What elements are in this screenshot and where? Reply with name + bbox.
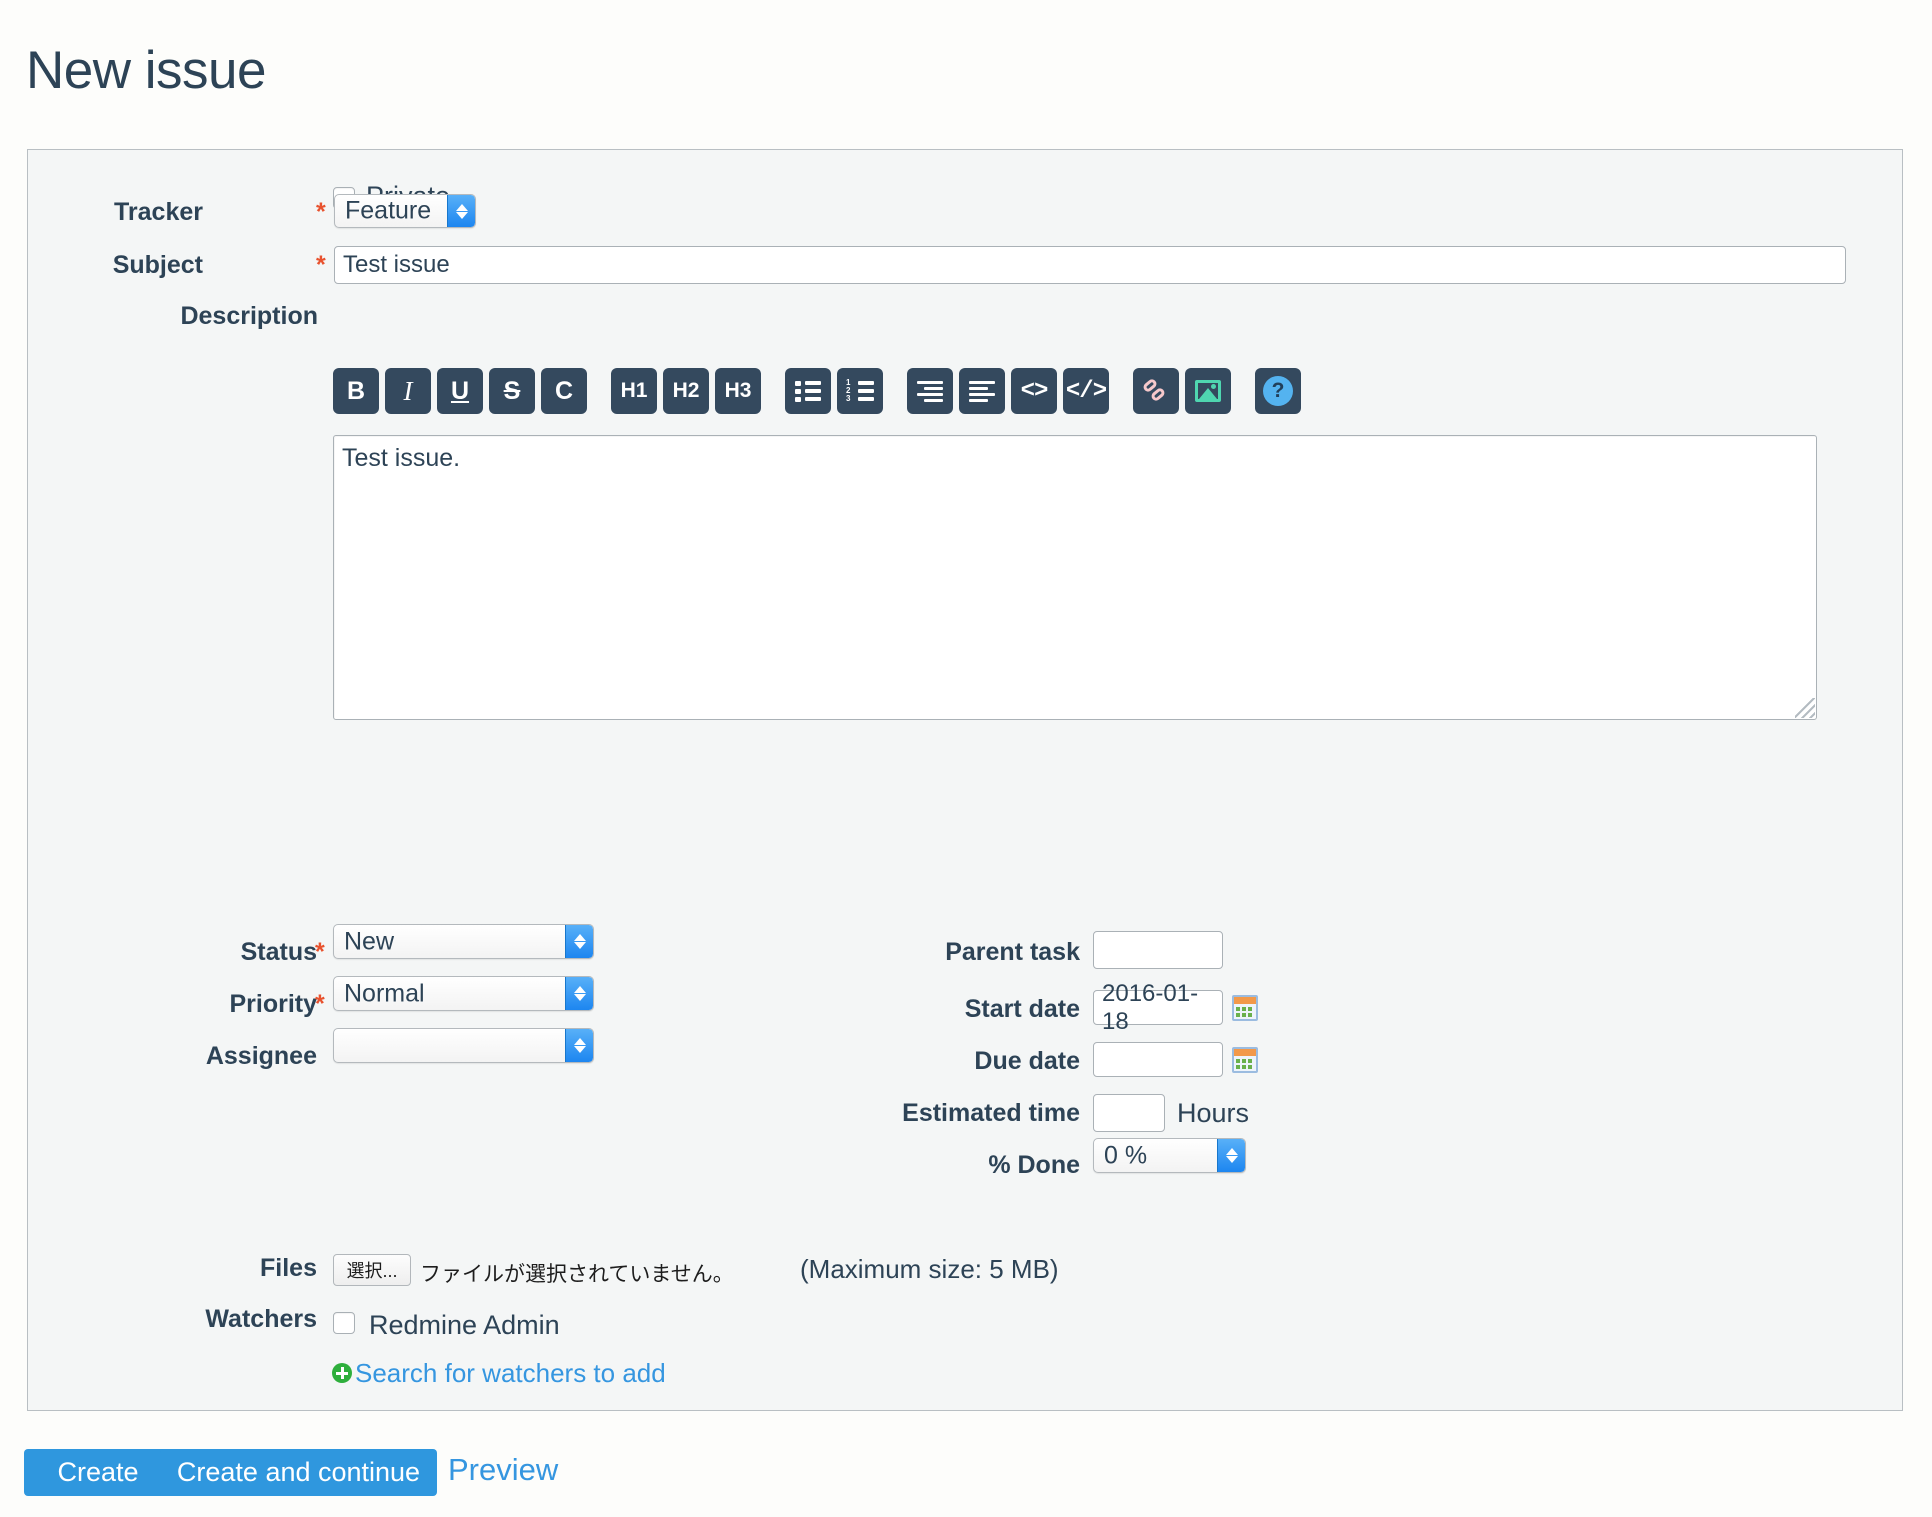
tracker-select-value: Feature	[345, 197, 431, 226]
description-toolbar: B I U S C H1 H2 H3 1 2 3	[333, 368, 1307, 414]
plus-circle-icon[interactable]	[332, 1363, 352, 1383]
strikethrough-button[interactable]: S	[489, 368, 535, 414]
image-icon	[1195, 380, 1221, 402]
unordered-list-button[interactable]	[785, 368, 831, 414]
chevron-updown-icon	[565, 925, 593, 958]
quote-button[interactable]	[907, 368, 953, 414]
link-icon	[1143, 379, 1169, 403]
file-max-size-text: (Maximum size: 5 MB)	[800, 1254, 1059, 1285]
subject-label: Subject	[58, 251, 203, 280]
bold-button[interactable]: B	[333, 368, 379, 414]
estimated-time-label: Estimated time	[680, 1099, 1080, 1128]
percent-done-select-value: 0 %	[1104, 1141, 1147, 1170]
quote-icon	[917, 381, 943, 401]
estimated-time-input[interactable]	[1093, 1094, 1165, 1132]
chevron-updown-icon	[565, 1029, 593, 1062]
file-status-text: ファイルが選択されていません。	[420, 1258, 734, 1288]
estimated-time-unit: Hours	[1177, 1098, 1249, 1129]
status-required-mark: *	[315, 938, 325, 967]
unquote-icon	[969, 381, 995, 401]
status-select[interactable]: New	[333, 924, 594, 959]
description-textarea-value: Test issue.	[342, 444, 460, 473]
heading-3-button[interactable]: H3	[715, 368, 761, 414]
issue-form-panel: Private Tracker * Feature Subject * Test…	[27, 149, 1903, 1411]
status-label: Status	[57, 938, 317, 967]
start-date-input-value: 2016-01-18	[1102, 980, 1214, 1036]
chevron-updown-icon	[447, 195, 475, 227]
priority-select-value: Normal	[344, 979, 425, 1008]
start-date-input[interactable]: 2016-01-18	[1093, 990, 1223, 1025]
description-textarea[interactable]: Test issue.	[333, 435, 1817, 720]
assignee-label: Assignee	[57, 1042, 317, 1071]
code-inline-button[interactable]: C	[541, 368, 587, 414]
new-issue-page: New issue Private Tracker * Feature Subj…	[0, 0, 1932, 1517]
parent-task-label: Parent task	[730, 938, 1080, 967]
priority-label: Priority	[57, 990, 317, 1019]
underline-button[interactable]: U	[437, 368, 483, 414]
start-date-calendar-icon[interactable]	[1232, 995, 1258, 1021]
textarea-resize-handle[interactable]	[1795, 698, 1815, 718]
watcher-name-label: Redmine Admin	[369, 1310, 560, 1341]
heading-2-button[interactable]: H2	[663, 368, 709, 414]
tracker-select[interactable]: Feature	[334, 194, 476, 228]
due-date-label: Due date	[730, 1047, 1080, 1076]
subject-input-value: Test issue	[343, 251, 450, 279]
percent-done-select[interactable]: 0 %	[1093, 1138, 1246, 1173]
percent-done-label: % Done	[730, 1151, 1080, 1180]
description-label: Description	[0, 302, 318, 331]
priority-select[interactable]: Normal	[333, 976, 594, 1011]
tracker-label: Tracker	[58, 198, 203, 227]
link-button[interactable]	[1133, 368, 1179, 414]
heading-1-button[interactable]: H1	[611, 368, 657, 414]
search-watchers-link[interactable]: Search for watchers to add	[355, 1358, 666, 1389]
due-date-calendar-icon[interactable]	[1232, 1047, 1258, 1073]
watchers-label: Watchers	[57, 1305, 317, 1334]
numbered-list-icon: 1 2 3	[846, 380, 874, 402]
chevron-updown-icon	[565, 977, 593, 1010]
bullet-list-icon	[795, 381, 821, 401]
assignee-select[interactable]	[333, 1028, 594, 1063]
files-label: Files	[57, 1254, 317, 1283]
due-date-input[interactable]	[1093, 1042, 1223, 1077]
subject-input[interactable]: Test issue	[334, 246, 1846, 284]
parent-task-input[interactable]	[1093, 931, 1223, 969]
create-and-continue-button[interactable]: Create and continue	[160, 1449, 437, 1496]
subject-required-mark: *	[316, 251, 326, 280]
chevron-updown-icon	[1217, 1139, 1245, 1172]
page-title: New issue	[26, 41, 266, 102]
unquote-button[interactable]	[959, 368, 1005, 414]
start-date-label: Start date	[730, 995, 1080, 1024]
choose-file-button[interactable]: 選択...	[333, 1254, 411, 1286]
watcher-checkbox-redmine-admin[interactable]	[333, 1312, 355, 1334]
ordered-list-button[interactable]: 1 2 3	[837, 368, 883, 414]
code-block-button[interactable]: </>	[1063, 368, 1109, 414]
preformatted-button[interactable]: <>	[1011, 368, 1057, 414]
image-button[interactable]	[1185, 368, 1231, 414]
status-select-value: New	[344, 927, 394, 956]
question-mark-icon: ?	[1263, 376, 1293, 406]
create-button[interactable]: Create	[24, 1449, 172, 1496]
tracker-required-mark: *	[316, 198, 326, 227]
preview-link[interactable]: Preview	[448, 1452, 558, 1488]
italic-button[interactable]: I	[385, 368, 431, 414]
priority-required-mark: *	[315, 990, 325, 1019]
help-button[interactable]: ?	[1255, 368, 1301, 414]
